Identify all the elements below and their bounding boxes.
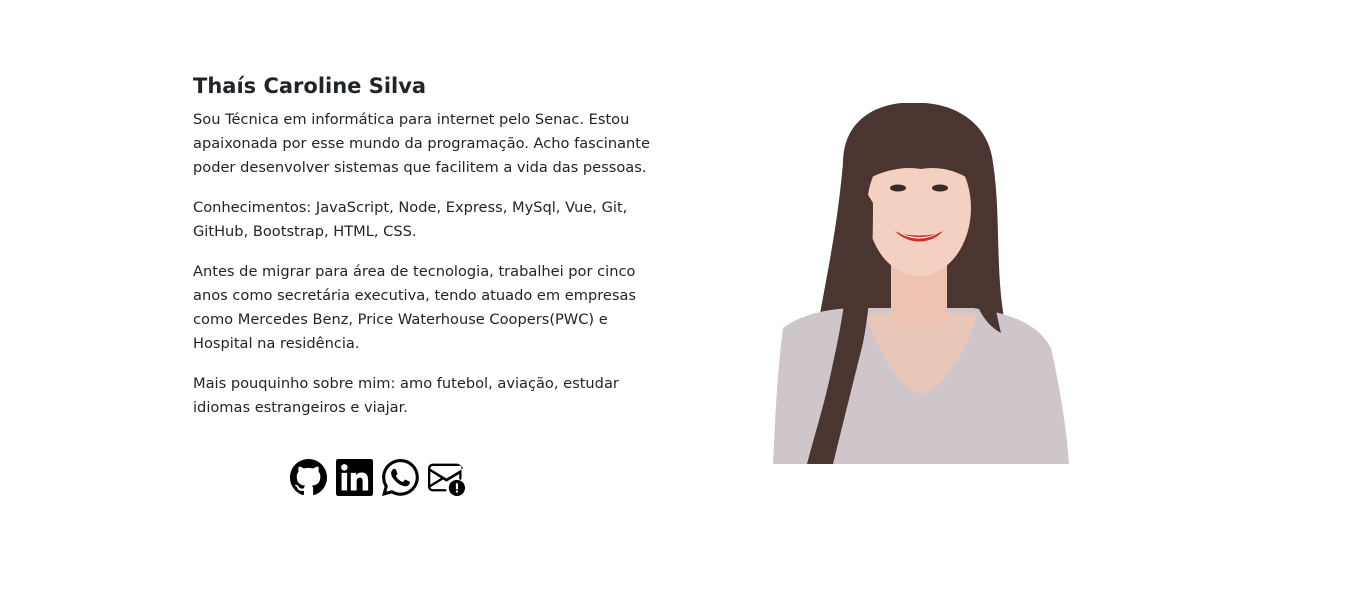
- bio-paragraph-career: Antes de migrar para área de tecnologia,…: [193, 263, 637, 352]
- portrait-illustration: [773, 103, 1069, 464]
- bio-paragraph-skills: Conhecimentos: JavaScript, Node, Express…: [193, 199, 628, 240]
- github-icon: [290, 459, 327, 496]
- page: Thaís Caroline Silva Sou Técnica em info…: [0, 0, 1366, 600]
- linkedin-link[interactable]: [336, 459, 373, 496]
- whatsapp-link[interactable]: [382, 459, 419, 496]
- email-link[interactable]: [428, 459, 465, 496]
- bio-section: Thaís Caroline Silva Sou Técnica em info…: [193, 70, 663, 436]
- bio-paragraph-intro: Sou Técnica em informática para internet…: [193, 111, 651, 176]
- bio-paragraph-hobbies: Mais pouquinho sobre mim: amo futebol, a…: [193, 375, 619, 416]
- whatsapp-icon: [382, 459, 419, 496]
- linkedin-icon: [336, 459, 373, 496]
- email-icon: [428, 459, 465, 496]
- profile-photo: [773, 103, 1069, 464]
- github-link[interactable]: [290, 459, 327, 496]
- social-links: [290, 459, 465, 496]
- profile-name: Thaís Caroline Silva: [193, 74, 427, 98]
